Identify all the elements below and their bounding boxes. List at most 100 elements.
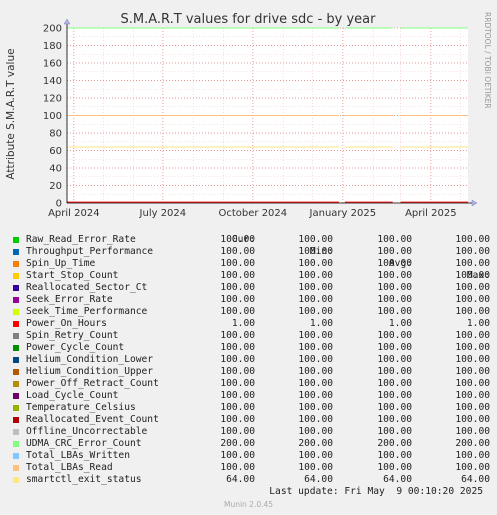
legend-min: 100.00 xyxy=(298,450,333,461)
legend-max: 100.00 xyxy=(455,390,490,401)
legend-row: Spin_Up_Time 100.00 100.00 100.00 100.00 xyxy=(13,258,490,270)
legend-avg: 100.00 xyxy=(377,354,412,365)
legend-swatch xyxy=(13,477,19,483)
y-axis-arrow xyxy=(63,18,71,25)
y-tick-label: 180 xyxy=(43,41,62,52)
legend-max: 100.00 xyxy=(455,234,490,245)
legend-swatch xyxy=(13,273,19,279)
legend-swatch xyxy=(13,453,19,459)
x-tick-label: October 2024 xyxy=(219,208,288,219)
legend-name: Load_Cycle_Count xyxy=(26,390,119,401)
x-axis-arrow xyxy=(471,199,478,207)
legend-row: Throughput_Performance 100.00 100.00 100.00… xyxy=(13,246,490,258)
legend-max: 100.00 xyxy=(455,462,490,473)
legend-swatch xyxy=(13,309,19,315)
legend-row: Power_Cycle_Count 100.00 100.00 100.00 100.0… xyxy=(13,342,490,354)
legend-avg: 100.00 xyxy=(377,294,412,305)
legend-name: Helium_Condition_Lower xyxy=(26,354,154,365)
legend-swatch xyxy=(13,405,19,411)
legend-name: Throughput_Performance xyxy=(26,246,154,257)
legend-name: Seek_Error_Rate xyxy=(26,294,113,305)
legend-max: 100.00 xyxy=(455,342,490,353)
legend-row: Power_On_Hours 1.00 1.00 1.00 1.00 xyxy=(13,318,490,330)
legend-min: 100.00 xyxy=(298,462,333,473)
legend-swatch xyxy=(13,321,19,327)
legend-max: 100.00 xyxy=(455,402,490,413)
legend-avg: 100.00 xyxy=(377,450,412,461)
legend-name: Temperature_Celsius xyxy=(26,402,136,413)
legend-max: 200.00 xyxy=(455,438,490,449)
legend-row: UDMA_CRC_Error_Count 200.00 200.00 200.00 20… xyxy=(13,438,490,450)
legend-avg: 100.00 xyxy=(377,390,412,401)
legend-min: 100.00 xyxy=(298,366,333,377)
legend-cur: 100.00 xyxy=(220,330,255,341)
legend-swatch xyxy=(13,297,19,303)
legend-avg: 100.00 xyxy=(377,342,412,353)
legend-avg: 100.00 xyxy=(377,378,412,389)
legend-max: 100.00 xyxy=(455,282,490,293)
legend-row: Seek_Error_Rate 100.00 100.00 100.00 100.00 xyxy=(13,294,490,306)
legend-cur: 100.00 xyxy=(220,342,255,353)
y-tick-label: 160 xyxy=(43,59,62,70)
legend-swatch xyxy=(13,429,19,435)
legend-min: 100.00 xyxy=(298,246,333,257)
munin-footer: Munin 2.0.45 xyxy=(223,500,274,509)
legend-swatch xyxy=(13,285,19,291)
legend-name: Seek_Time_Performance xyxy=(26,306,148,317)
legend-name: Total_LBAs_Read xyxy=(26,462,113,473)
legend-row: Total_LBAs_Read 100.00 100.00 100.00 100.00 xyxy=(13,462,490,474)
legend-max: 100.00 xyxy=(455,354,490,365)
legend-name: Start_Stop_Count xyxy=(26,270,119,281)
legend-swatch xyxy=(13,237,19,243)
legend-min: 1.00 xyxy=(309,318,333,329)
legend-min: 100.00 xyxy=(298,234,333,245)
legend-min: 64.00 xyxy=(304,474,333,485)
y-tick-label: 20 xyxy=(49,181,62,192)
legend-name: Total_LBAs_Written xyxy=(26,450,130,461)
legend-swatch xyxy=(13,393,19,399)
legend-avg: 100.00 xyxy=(377,426,412,437)
legend-row: Offline_Uncorrectable 100.00 100.00 100.00 1… xyxy=(13,426,490,438)
legend-row: Load_Cycle_Count 100.00 100.00 100.00 100.00 xyxy=(13,390,490,402)
legend-swatch xyxy=(13,441,19,447)
x-tick-label: April 2024 xyxy=(48,208,99,219)
legend-cur: 100.00 xyxy=(220,426,255,437)
legend-swatch xyxy=(13,249,19,255)
legend-max: 1.00 xyxy=(466,318,490,329)
y-tick-label: 40 xyxy=(49,164,62,175)
legend-avg: 100.00 xyxy=(377,414,412,425)
legend-row: Seek_Time_Performance 100.00 100.00 100.00 1… xyxy=(13,306,490,318)
legend-swatch xyxy=(13,381,19,387)
legend-cur: 200.00 xyxy=(220,438,255,449)
legend-row: Reallocated_Event_Count 100.00 100.00 100.0… xyxy=(13,414,490,426)
legend-name: Spin_Retry_Count xyxy=(26,330,119,341)
legend-name: Helium_Condition_Upper xyxy=(26,366,154,377)
legend-cur: 100.00 xyxy=(220,354,255,365)
chart: S.M.A.R.T values for drive sdc - by year… xyxy=(5,12,492,219)
legend-name: Raw_Read_Error_Rate xyxy=(26,234,136,245)
legend-min: 100.00 xyxy=(298,306,333,317)
legend-min: 100.00 xyxy=(298,414,333,425)
legend-swatch xyxy=(13,261,19,267)
legend-name: Offline_Uncorrectable xyxy=(26,426,148,437)
legend-cur: 100.00 xyxy=(220,378,255,389)
legend-name: Spin_Up_Time xyxy=(26,258,96,269)
x-tick-label: July 2024 xyxy=(139,208,187,219)
legend-min: 100.00 xyxy=(298,330,333,341)
legend-avg: 100.00 xyxy=(377,306,412,317)
legend-avg: 100.00 xyxy=(377,366,412,377)
legend-avg: 100.00 xyxy=(377,234,412,245)
legend-row: Start_Stop_Count 100.00 100.00 100.00 100.00 xyxy=(13,270,490,282)
legend-min: 100.00 xyxy=(298,402,333,413)
legend-cur: 100.00 xyxy=(220,414,255,425)
legend-cur: 100.00 xyxy=(220,402,255,413)
legend-row: Helium_Condition_Upper 100.00 100.00 100.00… xyxy=(13,366,490,378)
y-tick-label: 140 xyxy=(43,76,62,87)
legend-row: smartctl_exit_status 64.00 64.00 64.00 64.00 xyxy=(13,474,490,486)
legend-row: Reallocated_Sector_Ct 100.00 100.00 100.00 1… xyxy=(13,282,490,294)
legend-avg: 100.00 xyxy=(377,402,412,413)
legend-name: Power_Off_Retract_Count xyxy=(26,378,159,389)
legend-cur: 100.00 xyxy=(220,450,255,461)
legend-max: 100.00 xyxy=(455,426,490,437)
x-tick-label: January 2025 xyxy=(309,208,377,219)
